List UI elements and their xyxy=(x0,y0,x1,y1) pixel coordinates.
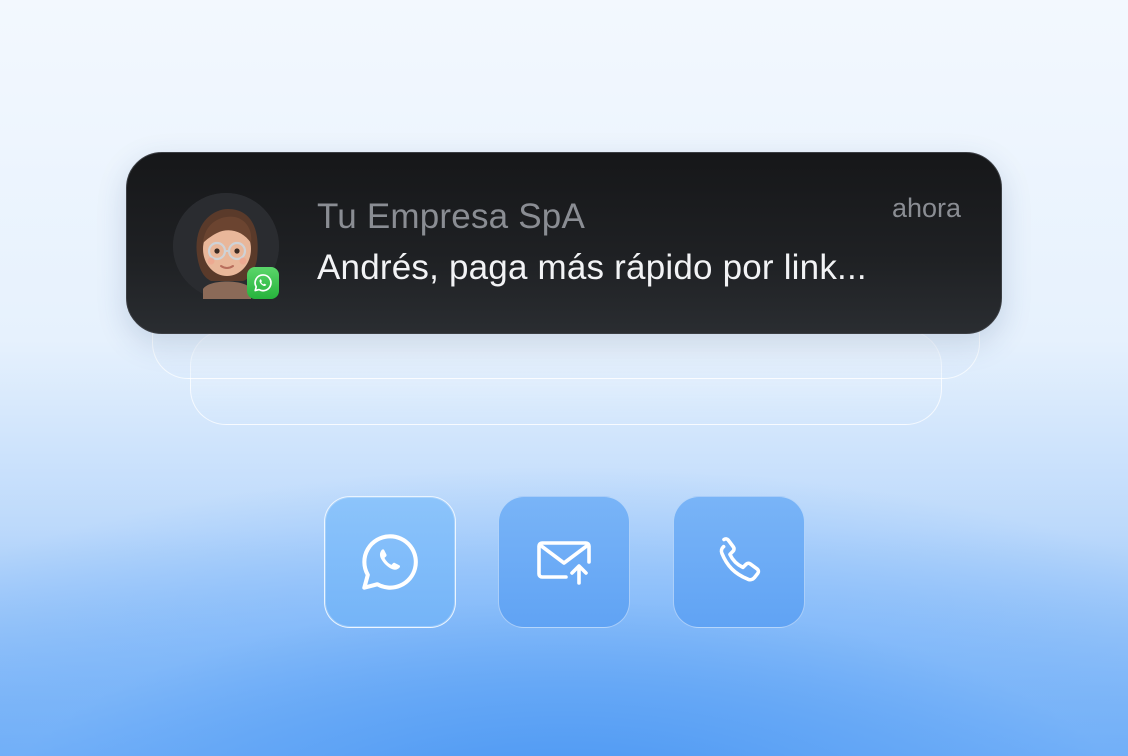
whatsapp-badge-icon xyxy=(247,267,279,299)
phone-button[interactable] xyxy=(673,496,805,628)
whatsapp-button[interactable] xyxy=(324,496,456,628)
timestamp: ahora xyxy=(891,193,961,223)
notification-card[interactable]: Tu Empresa SpA ahora Andrés, paga más rá… xyxy=(126,152,1002,334)
avatar xyxy=(173,193,279,299)
email-button[interactable] xyxy=(498,496,630,628)
phone-icon xyxy=(719,537,761,582)
email-send-icon xyxy=(537,541,591,585)
message-preview: Andrés, paga más rápido por link... xyxy=(317,248,867,287)
sender-name: Tu Empresa SpA xyxy=(317,197,586,236)
whatsapp-icon xyxy=(362,534,418,590)
